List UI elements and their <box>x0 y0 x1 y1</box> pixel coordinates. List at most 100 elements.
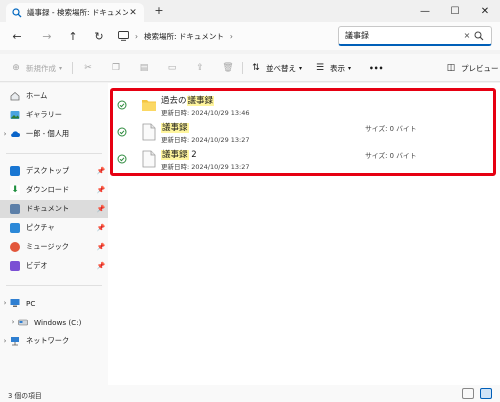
preview-pane-button[interactable]: ◫ プレビュー <box>445 61 499 75</box>
paste-icon: ▤ <box>139 63 149 73</box>
sidebar-divider <box>6 285 102 286</box>
arrow-right-icon: → <box>42 29 52 43</box>
file-name[interactable]: 議事録 2 <box>161 148 197 160</box>
chevron-right-icon[interactable]: › <box>8 318 18 326</box>
back-button[interactable]: ← <box>10 29 24 43</box>
pin-icon[interactable]: 📌 <box>96 262 106 270</box>
search-icon <box>12 7 22 17</box>
details-view-button[interactable] <box>462 388 474 399</box>
copy-icon: ❐ <box>111 63 121 73</box>
clear-search-button[interactable]: × <box>461 31 473 40</box>
minimize-button[interactable]: — <box>410 0 440 22</box>
sidebar-item-downloads[interactable]: ⬇ ダウンロード 📌 <box>0 181 108 199</box>
tab-close-button[interactable]: ✕ <box>128 8 138 18</box>
paste-button[interactable]: ▤ <box>138 61 154 75</box>
pictures-icon <box>10 223 20 233</box>
rename-button[interactable]: ▭ <box>166 61 182 75</box>
chevron-down-icon: ▾ <box>299 64 303 72</box>
navigation-pane: ホーム ギャラリー › 一郎 - 個人用 デスクトップ 📌 ⬇ ダウンロード 📌… <box>0 83 108 385</box>
pc-icon <box>10 299 20 307</box>
tab-search-results[interactable]: 議事録 - 検索場所: ドキュメント ✕ <box>6 3 144 22</box>
sidebar-item-documents[interactable]: ドキュメント 📌 <box>0 200 108 218</box>
synced-check-icon <box>117 100 127 110</box>
delete-button[interactable]: 🗑 <box>222 61 238 75</box>
search-input[interactable]: 議事録 <box>345 30 461 41</box>
view-button[interactable]: ☰ 表示 ▾ <box>314 61 351 75</box>
arrow-up-icon: ↑ <box>68 29 78 43</box>
network-icon <box>11 337 19 346</box>
plus-circle-icon: ⊕ <box>12 63 20 73</box>
scissors-icon: ✂ <box>84 63 92 73</box>
sidebar-item-onedrive[interactable]: › 一郎 - 個人用 <box>0 125 108 143</box>
view-icon: ☰ <box>315 63 325 73</box>
sidebar-item-desktop[interactable]: デスクトップ 📌 <box>0 162 108 180</box>
pin-icon[interactable]: 📌 <box>96 186 106 194</box>
maximize-button[interactable]: ☐ <box>440 0 470 22</box>
breadcrumb[interactable]: › 検索場所: ドキュメント › <box>118 28 332 44</box>
forward-button[interactable]: → <box>40 29 54 43</box>
videos-icon <box>10 261 20 271</box>
sidebar-item-videos[interactable]: ビデオ 📌 <box>0 257 108 275</box>
cut-button[interactable]: ✂ <box>82 61 98 75</box>
sidebar-item-gallery[interactable]: ギャラリー <box>0 106 108 124</box>
chevron-right-icon: › <box>135 31 138 41</box>
download-icon: ⬇ <box>10 185 20 195</box>
sidebar-item-drive-c[interactable]: › Windows (C:) <box>0 313 108 331</box>
monitor-icon <box>118 31 129 41</box>
sort-button[interactable]: ⇅ 並べ替え ▾ <box>250 61 302 75</box>
search-icon[interactable] <box>473 31 485 41</box>
preview-button-label: プレビュー <box>461 63 499 73</box>
pin-icon[interactable]: 📌 <box>96 243 106 251</box>
synced-check-icon <box>117 154 127 164</box>
file-size: サイズ: 0 バイト <box>365 152 417 160</box>
more-options-button[interactable]: ••• <box>369 61 383 75</box>
pin-icon[interactable]: 📌 <box>96 205 106 213</box>
music-icon <box>10 242 20 252</box>
file-list: 過去の議事録 更新日時: 2024/10/29 13:46 議事録 更新日時: … <box>108 83 500 385</box>
refresh-button[interactable]: ↻ <box>92 29 106 43</box>
sidebar-item-pictures[interactable]: ピクチャ 📌 <box>0 219 108 237</box>
folder-icon <box>142 100 156 111</box>
chevron-right-icon[interactable]: › <box>0 130 10 138</box>
sidebar-item-pc[interactable]: › PC <box>0 294 108 312</box>
new-tab-button[interactable]: + <box>152 4 166 18</box>
close-window-button[interactable]: ✕ <box>470 0 500 22</box>
cloud-icon <box>11 131 20 137</box>
list-item[interactable]: 議事録 2 更新日時: 2024/10/29 13:27 サイズ: 0 バイト <box>113 146 493 172</box>
trash-icon: 🗑 <box>222 63 234 73</box>
list-item[interactable]: 議事録 更新日時: 2024/10/29 13:27 サイズ: 0 バイト <box>113 119 493 145</box>
sidebar-item-home[interactable]: ホーム <box>0 87 108 105</box>
pin-icon[interactable]: 📌 <box>96 167 106 175</box>
file-name[interactable]: 過去の議事録 <box>161 94 215 106</box>
up-button[interactable]: ↑ <box>66 29 80 43</box>
document-icon <box>142 123 156 141</box>
document-icon <box>142 150 156 168</box>
documents-icon <box>10 204 20 214</box>
sort-button-label: 並べ替え <box>266 63 296 73</box>
sidebar-item-music[interactable]: ミュージック 📌 <box>0 238 108 256</box>
new-button[interactable]: ⊕ 新規作成 ▾ <box>10 61 62 75</box>
breadcrumb-item[interactable]: 検索場所: ドキュメント <box>144 31 224 42</box>
tiles-view-button[interactable] <box>480 388 492 399</box>
view-button-label: 表示 <box>330 63 345 73</box>
sort-icon: ⇅ <box>252 63 260 73</box>
copy-button[interactable]: ❐ <box>110 61 126 75</box>
chevron-right-icon[interactable]: › <box>0 337 10 345</box>
sidebar-item-network[interactable]: › ネットワーク <box>0 332 108 350</box>
title-bar: 議事録 - 検索場所: ドキュメント ✕ + — ☐ ✕ <box>0 0 500 22</box>
tab-title: 議事録 - 検索場所: ドキュメント <box>27 8 128 17</box>
toolbar-divider <box>72 62 73 74</box>
sidebar-divider <box>6 153 102 154</box>
modified-date: 更新日時: 2024/10/29 13:27 <box>161 163 250 171</box>
pin-icon[interactable]: 📌 <box>96 224 106 232</box>
search-box[interactable]: 議事録 × <box>338 26 492 46</box>
share-icon: ⇪ <box>196 63 204 73</box>
command-bar: ⊕ 新規作成 ▾ ✂ ❐ ▤ ▭ ⇪ 🗑 ⇅ 並べ替え ▾ ☰ 表示 ▾ •••… <box>0 54 500 82</box>
chevron-right-icon[interactable]: › <box>0 299 10 307</box>
share-button[interactable]: ⇪ <box>194 61 210 75</box>
list-item[interactable]: 過去の議事録 更新日時: 2024/10/29 13:46 <box>113 92 493 118</box>
file-name[interactable]: 議事録 <box>161 121 189 133</box>
home-icon <box>10 91 20 101</box>
rename-icon: ▭ <box>167 63 177 73</box>
chevron-down-icon: ▾ <box>59 64 63 72</box>
